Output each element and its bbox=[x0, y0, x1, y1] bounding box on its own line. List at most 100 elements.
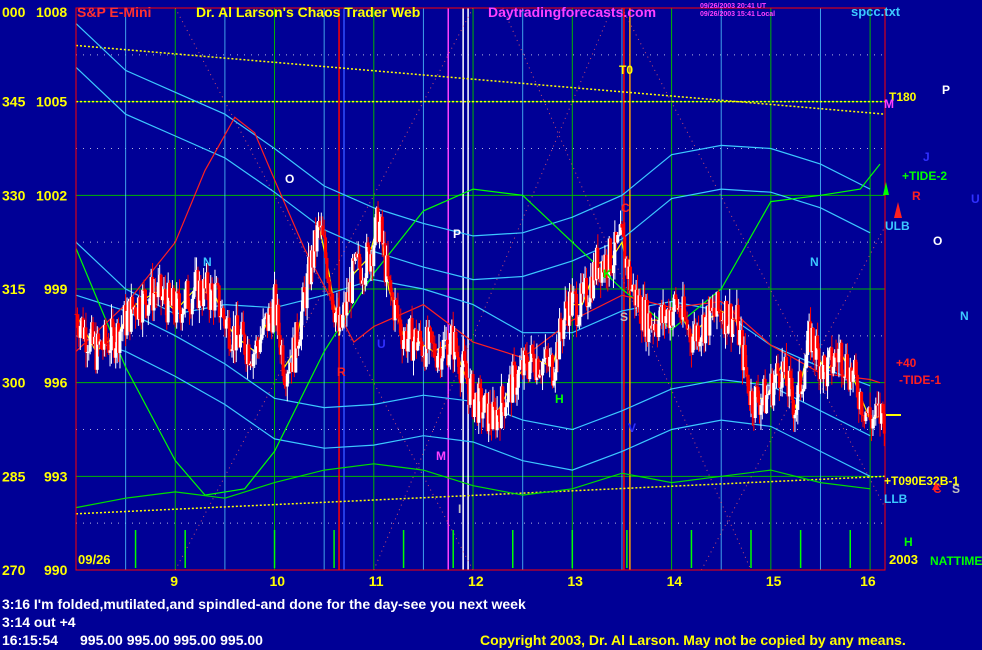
price-bar-body bbox=[481, 412, 485, 419]
commentary-line-2: 3:14 out +4 bbox=[2, 614, 76, 630]
axis-price-top: 1008 bbox=[36, 4, 67, 20]
planet-p-chart-label: P bbox=[453, 227, 461, 241]
planet-o-label: O bbox=[933, 234, 942, 248]
hour-tick-label: 10 bbox=[270, 573, 286, 589]
hour-labels: 9 10 11 12 13 14 15 16 bbox=[170, 573, 876, 589]
price-bar-body bbox=[803, 368, 807, 389]
planet-i-chart-label: I bbox=[458, 502, 461, 516]
price-bar-body bbox=[776, 363, 780, 374]
hour-tick-label: 9 bbox=[170, 573, 178, 589]
planet-u-label: U bbox=[971, 192, 980, 206]
planet-o-chart-label: O bbox=[285, 172, 294, 186]
axis-price-label: 993 bbox=[44, 468, 68, 484]
price-bar-body bbox=[325, 258, 329, 279]
copyright-notice: Copyright 2003, Dr. Al Larson. May not b… bbox=[480, 632, 906, 648]
planet-s-label: S bbox=[952, 482, 960, 496]
tide-peak-marker bbox=[894, 202, 902, 218]
planet-k-chart-label: K bbox=[603, 267, 612, 281]
price-bar-body bbox=[407, 319, 411, 339]
nattime-label: NATTIME bbox=[930, 554, 982, 568]
price-bar-body bbox=[328, 281, 332, 293]
hour-tick-label: 12 bbox=[468, 573, 484, 589]
axis-deg-top: 000 bbox=[2, 4, 26, 20]
price-bar-body bbox=[180, 313, 184, 323]
axis-price-label: 996 bbox=[44, 375, 68, 391]
tide-2-marker bbox=[883, 182, 889, 195]
gann-diagonal bbox=[621, 7, 886, 508]
data-file-name: spcc.txt bbox=[851, 4, 901, 19]
price-bar-body bbox=[377, 221, 381, 242]
timestamp-local: 09/26/2003 15:41 Local bbox=[700, 11, 775, 18]
axis-price-label: 999 bbox=[44, 281, 68, 297]
llb-label: LLB bbox=[884, 492, 908, 506]
planet-n-chart-label: N bbox=[203, 255, 212, 269]
instrument-title: S&P E-Mini bbox=[77, 4, 151, 20]
commentary-line-1: 3:16 I'm folded,mutilated,and spindled-a… bbox=[2, 596, 526, 612]
price-bar-body bbox=[745, 367, 749, 375]
price-bar-body bbox=[213, 284, 217, 311]
price-bar-body bbox=[121, 326, 125, 329]
planet-m-chart-label: M bbox=[436, 449, 446, 463]
price-bar-body bbox=[504, 407, 508, 416]
hour-tick-label: 15 bbox=[766, 573, 782, 589]
axis-price-label: 1005 bbox=[36, 94, 67, 110]
planet-u-chart-label: U bbox=[377, 337, 386, 351]
e32b-label: +T090E32B-1 bbox=[884, 474, 959, 488]
price-bar-body bbox=[823, 355, 827, 366]
tide-2-line bbox=[75, 163, 881, 496]
chart-canvas: 000 1008 S&P E-Mini Dr. Al Larson's Chao… bbox=[2, 3, 982, 648]
timestamp-ut: 09/26/2003 20:41 UT bbox=[700, 3, 767, 10]
planet-h-label: H bbox=[904, 535, 913, 549]
axis-deg-label: 285 bbox=[2, 468, 26, 484]
price-bar-body bbox=[501, 386, 505, 403]
planet-m-label: M bbox=[884, 97, 894, 111]
price-bar-body bbox=[143, 289, 147, 305]
price-bar-body bbox=[465, 377, 469, 384]
planet-c-chart-label: C bbox=[621, 201, 630, 215]
label-layer: 000 1008 S&P E-Mini Dr. Al Larson's Chao… bbox=[2, 3, 982, 648]
chart-date: 09/26 bbox=[78, 552, 111, 567]
tide-2-label: +TIDE-2 bbox=[902, 169, 947, 183]
price-bar-body bbox=[305, 273, 309, 309]
price-bar-body bbox=[716, 291, 720, 312]
site-url: Daytradingforecasts.com bbox=[488, 4, 656, 20]
planet-s-chart-label: S bbox=[620, 310, 628, 324]
price-bars bbox=[74, 201, 886, 447]
quote-time: 16:15:54 bbox=[2, 632, 58, 648]
price-bar-body bbox=[617, 234, 621, 236]
planet-p-label: P bbox=[942, 83, 950, 97]
planet-n2-chart-label: N bbox=[810, 255, 819, 269]
planet-h-chart-label: H bbox=[555, 392, 564, 406]
tide-1-label: -TIDE-1 bbox=[899, 373, 941, 387]
price-bar-body bbox=[372, 245, 376, 267]
axis-deg-label: 330 bbox=[2, 187, 26, 203]
chart-year: 2003 bbox=[889, 552, 918, 567]
planet-j-label: J bbox=[923, 150, 930, 164]
price-bar-body bbox=[125, 310, 129, 336]
plus-40-label: +40 bbox=[896, 356, 917, 370]
hour-tick-label: 11 bbox=[369, 573, 384, 589]
planet-n-label: N bbox=[960, 309, 969, 323]
hour-tick-label: 13 bbox=[567, 573, 583, 589]
site-title: Dr. Al Larson's Chaos Trader Web bbox=[196, 4, 420, 20]
ulb-label: ULB bbox=[885, 219, 910, 233]
t0-label: T0 bbox=[619, 63, 633, 77]
price-bar-body bbox=[241, 321, 245, 335]
price-bar-body bbox=[141, 289, 145, 323]
price-bar-body bbox=[441, 339, 445, 359]
level-line bbox=[75, 44, 886, 115]
axis-deg-label: 300 bbox=[2, 375, 26, 391]
price-bar-body bbox=[448, 333, 452, 355]
axis-price-label: 1002 bbox=[36, 187, 67, 203]
hour-tick-label: 16 bbox=[860, 573, 876, 589]
planet-v-chart-label: V bbox=[628, 421, 636, 435]
tide-1-line bbox=[75, 116, 881, 384]
planet-r-chart-label: R bbox=[337, 365, 346, 379]
axis-deg-label: 270 bbox=[2, 562, 26, 578]
price-bar-body bbox=[386, 255, 390, 277]
price-bar-body bbox=[516, 369, 520, 388]
hour-tick-label: 14 bbox=[667, 573, 683, 589]
quote-ohlc: 995.00 995.00 995.00 995.00 bbox=[80, 632, 263, 648]
axis-deg-label: 345 bbox=[2, 94, 26, 110]
axis-price-label: 990 bbox=[44, 562, 68, 578]
